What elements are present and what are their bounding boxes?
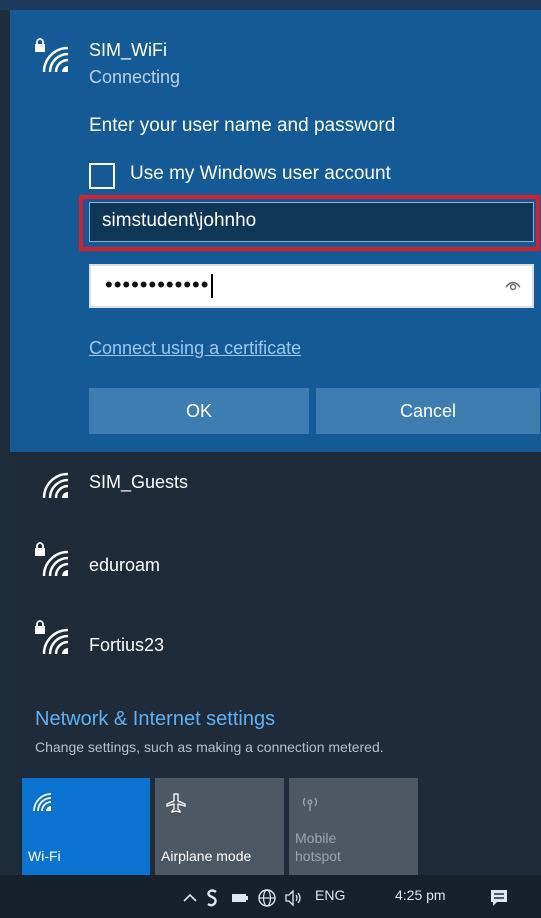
network-name: SIM_WiFi bbox=[89, 40, 167, 60]
wifi-icon bbox=[42, 46, 69, 73]
airplane-icon bbox=[166, 793, 186, 813]
airplane-mode-label: Airplane mode bbox=[161, 848, 252, 864]
password-input[interactable]: •••••••••••• bbox=[89, 264, 534, 308]
ok-button[interactable]: OK bbox=[89, 388, 309, 434]
password-mask: •••••••••••• bbox=[105, 272, 210, 297]
cancel-button[interactable]: Cancel bbox=[316, 388, 540, 434]
connect-certificate-link[interactable]: Connect using a certificate bbox=[89, 338, 301, 359]
network-settings-subtitle: Change settings, such as making a connec… bbox=[35, 739, 384, 755]
language-indicator[interactable]: ENG bbox=[315, 887, 345, 903]
skype-icon[interactable] bbox=[205, 888, 219, 908]
wifi-icon bbox=[42, 472, 69, 499]
windows-account-label[interactable]: Use my Windows user account bbox=[130, 163, 391, 185]
wifi-tile-label: Wi-Fi bbox=[28, 848, 61, 864]
username-input[interactable]: simstudent\johnho bbox=[89, 202, 534, 242]
mobile-hotspot-label: Mobile hotspot bbox=[295, 830, 341, 864]
top-strip bbox=[0, 0, 541, 10]
hotspot-icon bbox=[302, 797, 318, 811]
battery-icon[interactable] bbox=[230, 890, 250, 906]
wifi-icon bbox=[33, 793, 52, 812]
globe-icon[interactable] bbox=[257, 888, 277, 908]
network-status: Connecting bbox=[89, 67, 181, 87]
network-item-label[interactable]: Fortius23 bbox=[89, 635, 164, 656]
airplane-mode-tile[interactable]: Airplane mode bbox=[155, 778, 284, 875]
action-center-icon[interactable] bbox=[489, 888, 509, 908]
wifi-icon bbox=[42, 550, 69, 577]
credentials-prompt: Enter your user name and password bbox=[89, 115, 396, 136]
reveal-password-icon[interactable] bbox=[504, 276, 522, 294]
text-caret bbox=[211, 274, 214, 299]
volume-icon[interactable] bbox=[283, 888, 303, 908]
wifi-icon bbox=[42, 628, 69, 655]
mobile-hotspot-tile[interactable]: Mobile hotspot bbox=[289, 778, 418, 875]
clock[interactable]: 4:25 pm bbox=[395, 887, 446, 903]
network-item-label[interactable]: eduroam bbox=[89, 555, 160, 576]
wifi-tile[interactable]: Wi-Fi bbox=[22, 778, 150, 875]
network-item-label[interactable]: SIM_Guests bbox=[89, 472, 188, 493]
network-settings-link[interactable]: Network & Internet settings bbox=[35, 708, 275, 731]
chevron-up-icon[interactable] bbox=[183, 893, 197, 903]
windows-account-checkbox[interactable] bbox=[89, 163, 115, 189]
